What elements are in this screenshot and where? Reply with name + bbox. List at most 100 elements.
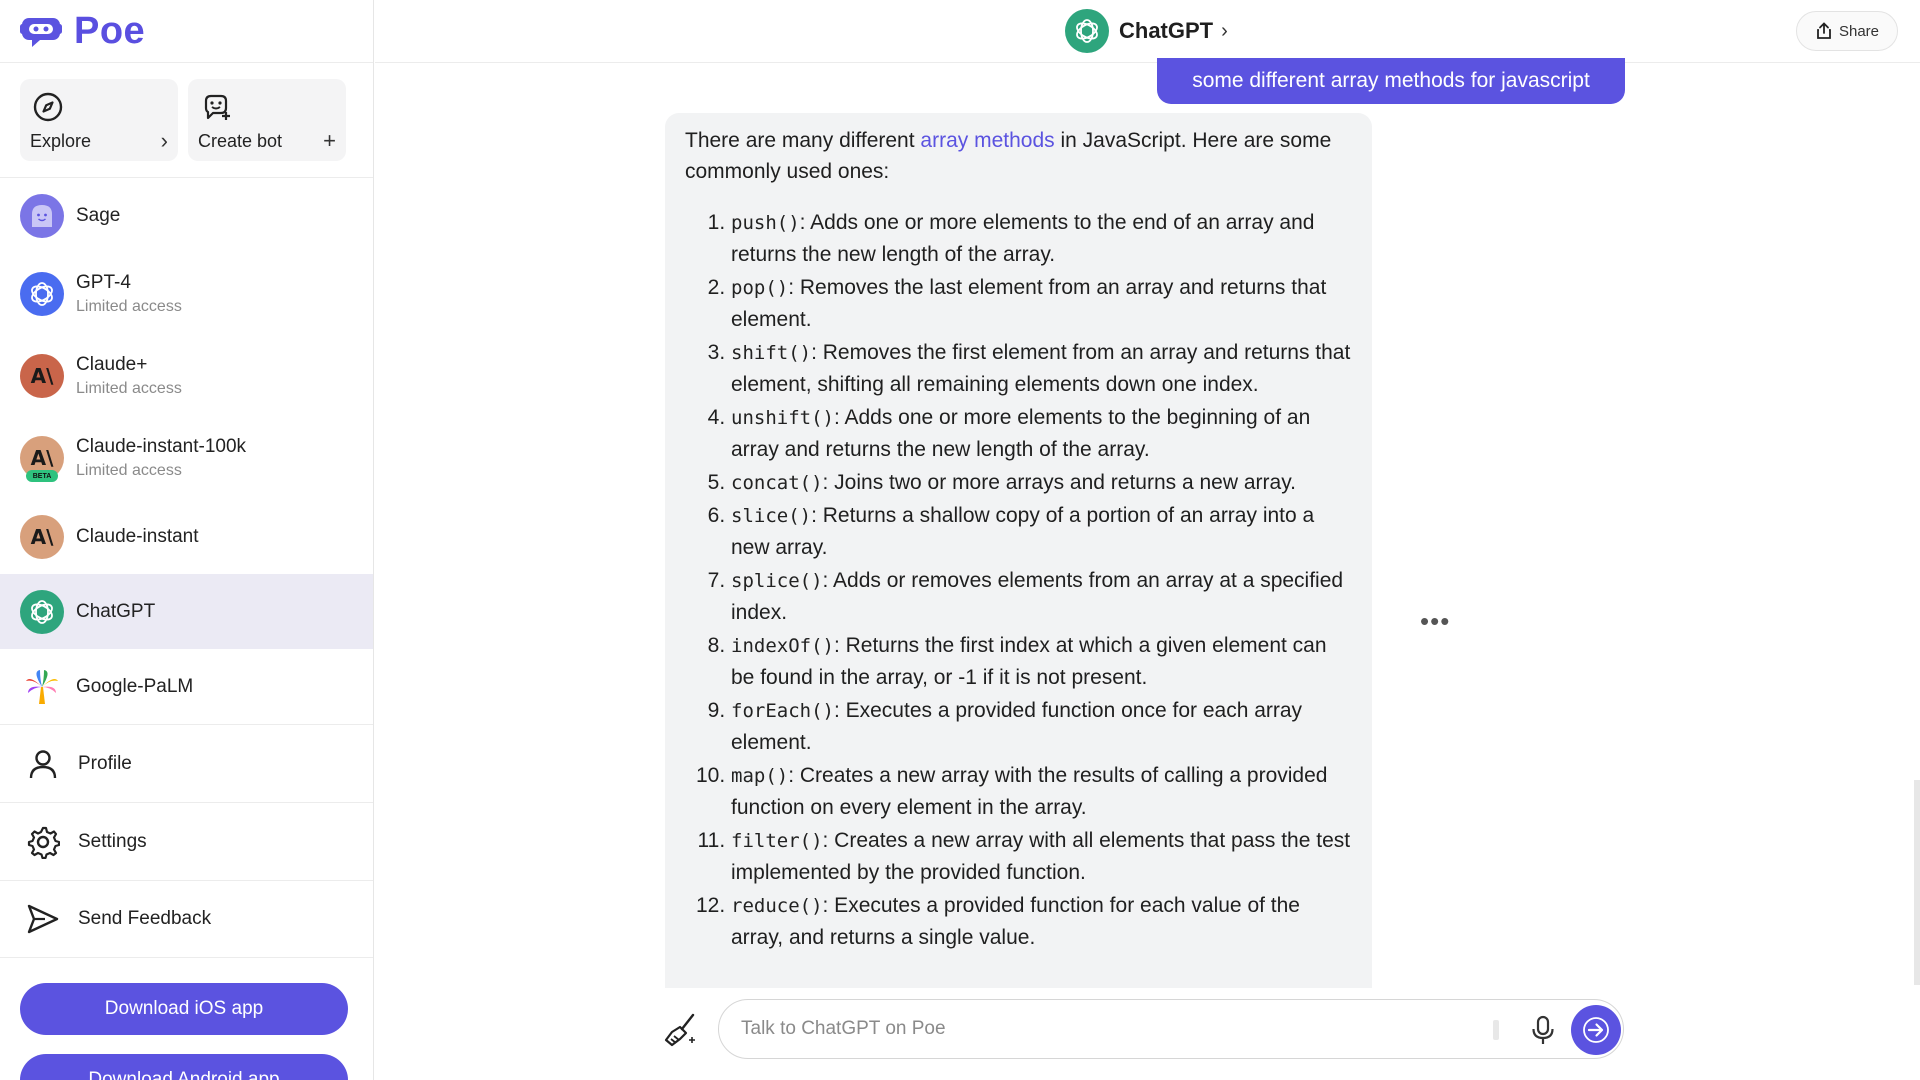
sage-avatar	[20, 193, 64, 238]
methods-list: push(): Adds one or more elements to the…	[685, 207, 1352, 954]
openai-logo-icon	[31, 599, 53, 624]
list-item: slice(): Returns a shallow copy of a por…	[731, 500, 1352, 564]
send-feedback-label: Send Feedback	[78, 908, 212, 929]
method-name: slice()	[731, 505, 812, 527]
create-bot-icon	[204, 94, 230, 120]
sidebar-item-gpt-4[interactable]: GPT-4 Limited access	[0, 253, 373, 335]
sidebar-item-sage[interactable]: Sage	[0, 178, 373, 253]
list-item: pop(): Removes the last element from an …	[731, 272, 1352, 336]
method-name: forEach()	[731, 700, 834, 722]
download-android-button[interactable]: Download Android app	[20, 1054, 348, 1080]
method-name: unshift()	[731, 407, 834, 429]
openai-logo-icon	[31, 282, 53, 306]
sidebar-item-claude-plus[interactable]: A\ Claude+ Limited access	[0, 335, 373, 417]
openai-logo-icon	[1076, 19, 1098, 43]
download-ios-button[interactable]: Download iOS app	[20, 983, 348, 1035]
method-description: : Adds or removes elements from an array…	[731, 569, 1344, 624]
bot-access-status: Limited access	[76, 380, 182, 397]
claude-instant-avatar: A\	[20, 514, 64, 559]
more-options-icon[interactable]: •••	[1420, 606, 1450, 637]
share-label: Share	[1838, 22, 1880, 40]
sidebar-item-claude-instant-100k[interactable]: A\ BETA Claude-instant-100k Limited acce…	[0, 417, 373, 499]
bot-message: There are many different array methods i…	[665, 113, 1372, 988]
method-name: pop()	[731, 277, 789, 299]
page-title: ChatGPT	[1119, 18, 1214, 43]
method-description: : Joins two or more arrays and returns a…	[822, 471, 1296, 494]
sidebar-item-send-feedback[interactable]: Send Feedback	[0, 880, 373, 958]
sidebar-item-chatgpt[interactable]: ChatGPT	[0, 574, 373, 649]
profile-icon	[29, 749, 57, 778]
array-methods-link[interactable]: array methods	[920, 129, 1054, 152]
list-item: forEach(): Executes a provided function …	[731, 695, 1352, 759]
method-name: reduce()	[731, 895, 823, 917]
chevron-right-icon: ›	[1221, 19, 1228, 42]
settings-label: Settings	[78, 830, 147, 852]
create-bot-label: Create bot	[198, 131, 283, 151]
bot-name: ChatGPT	[76, 600, 156, 622]
anthropic-logo-icon: A\	[30, 524, 54, 549]
share-button[interactable]: Share	[1796, 11, 1898, 51]
message-composer	[718, 999, 1624, 1059]
profile-label: Profile	[78, 752, 132, 774]
method-description: : Returns a shallow copy of a portion of…	[731, 504, 1315, 559]
user-message: some different array methods for javascr…	[1157, 58, 1625, 104]
sidebar-item-google-palm[interactable]: Google-PaLM	[0, 649, 373, 724]
method-name: splice()	[731, 570, 823, 592]
method-description: : Removes the last element from an array…	[731, 276, 1327, 331]
arrow-right-icon	[1583, 1017, 1609, 1043]
chat-header: ChatGPT › Share	[375, 0, 1920, 63]
sidebar-item-settings[interactable]: Settings	[0, 802, 373, 880]
bot-access-status: Limited access	[76, 298, 182, 315]
compass-icon	[33, 92, 63, 122]
intro-text: There are many different	[685, 129, 921, 152]
create-bot-button[interactable]: Create bot +	[188, 79, 346, 161]
plus-icon: +	[323, 128, 336, 153]
message-input[interactable]	[741, 1012, 1501, 1046]
gear-icon	[27, 826, 60, 859]
chevron-right-icon: ›	[160, 128, 168, 153]
claude-plus-avatar: A\	[20, 354, 64, 398]
bot-access-status: Limited access	[76, 462, 182, 479]
chatgpt-avatar	[20, 589, 64, 634]
method-description: : Removes the first element from an arra…	[731, 341, 1351, 396]
send-button[interactable]	[1571, 1005, 1621, 1055]
list-item: concat(): Joins two or more arrays and r…	[731, 467, 1352, 499]
sidebar: Poe Explore › Create bot + Sage GPT-4 Li…	[0, 0, 374, 1080]
list-item: filter(): Creates a new array with all e…	[731, 825, 1352, 889]
microphone-icon[interactable]	[1527, 1014, 1559, 1046]
bot-name: Google-PaLM	[76, 675, 194, 697]
bot-message-intro: There are many different array methods i…	[685, 125, 1352, 187]
poe-logo-icon[interactable]	[20, 14, 62, 48]
bot-title-button[interactable]: ChatGPT ›	[1065, 9, 1228, 53]
chatgpt-header-avatar	[1065, 9, 1109, 53]
bot-name: Claude-instant-100k	[76, 436, 247, 457]
method-name: indexOf()	[731, 635, 834, 657]
list-item: push(): Adds one or more elements to the…	[731, 207, 1352, 271]
sidebar-item-profile[interactable]: Profile	[0, 724, 373, 802]
anthropic-logo-icon: A\	[30, 446, 54, 470]
method-description: : Creates a new array with all elements …	[731, 829, 1351, 884]
bot-name: Sage	[76, 204, 121, 226]
sidebar-item-claude-instant[interactable]: A\ Claude-instant	[0, 499, 373, 574]
bot-name: Claude-instant	[76, 525, 199, 547]
palm-tree-icon	[26, 669, 58, 704]
method-name: filter()	[731, 830, 823, 852]
method-name: push()	[731, 212, 800, 234]
clear-context-icon[interactable]	[663, 1012, 699, 1048]
explore-button[interactable]: Explore ›	[20, 79, 178, 161]
logo-row: Poe	[0, 0, 373, 63]
list-item: splice(): Adds or removes elements from …	[731, 565, 1352, 629]
list-item: shift(): Removes the first element from …	[731, 337, 1352, 401]
method-name: concat()	[731, 472, 823, 494]
bot-name: GPT-4	[76, 272, 131, 293]
app-name[interactable]: Poe	[74, 10, 145, 53]
explore-label: Explore	[30, 131, 92, 151]
scrollbar[interactable]	[1914, 780, 1920, 985]
sage-face-icon	[32, 204, 52, 227]
anthropic-logo-icon: A\	[30, 364, 54, 388]
list-item: reduce(): Executes a provided function f…	[731, 890, 1352, 954]
google-palm-avatar	[20, 664, 64, 709]
method-description: : Adds one or more elements to the end o…	[731, 211, 1315, 266]
gpt-4-avatar	[20, 272, 64, 316]
list-item: unshift(): Adds one or more elements to …	[731, 402, 1352, 466]
